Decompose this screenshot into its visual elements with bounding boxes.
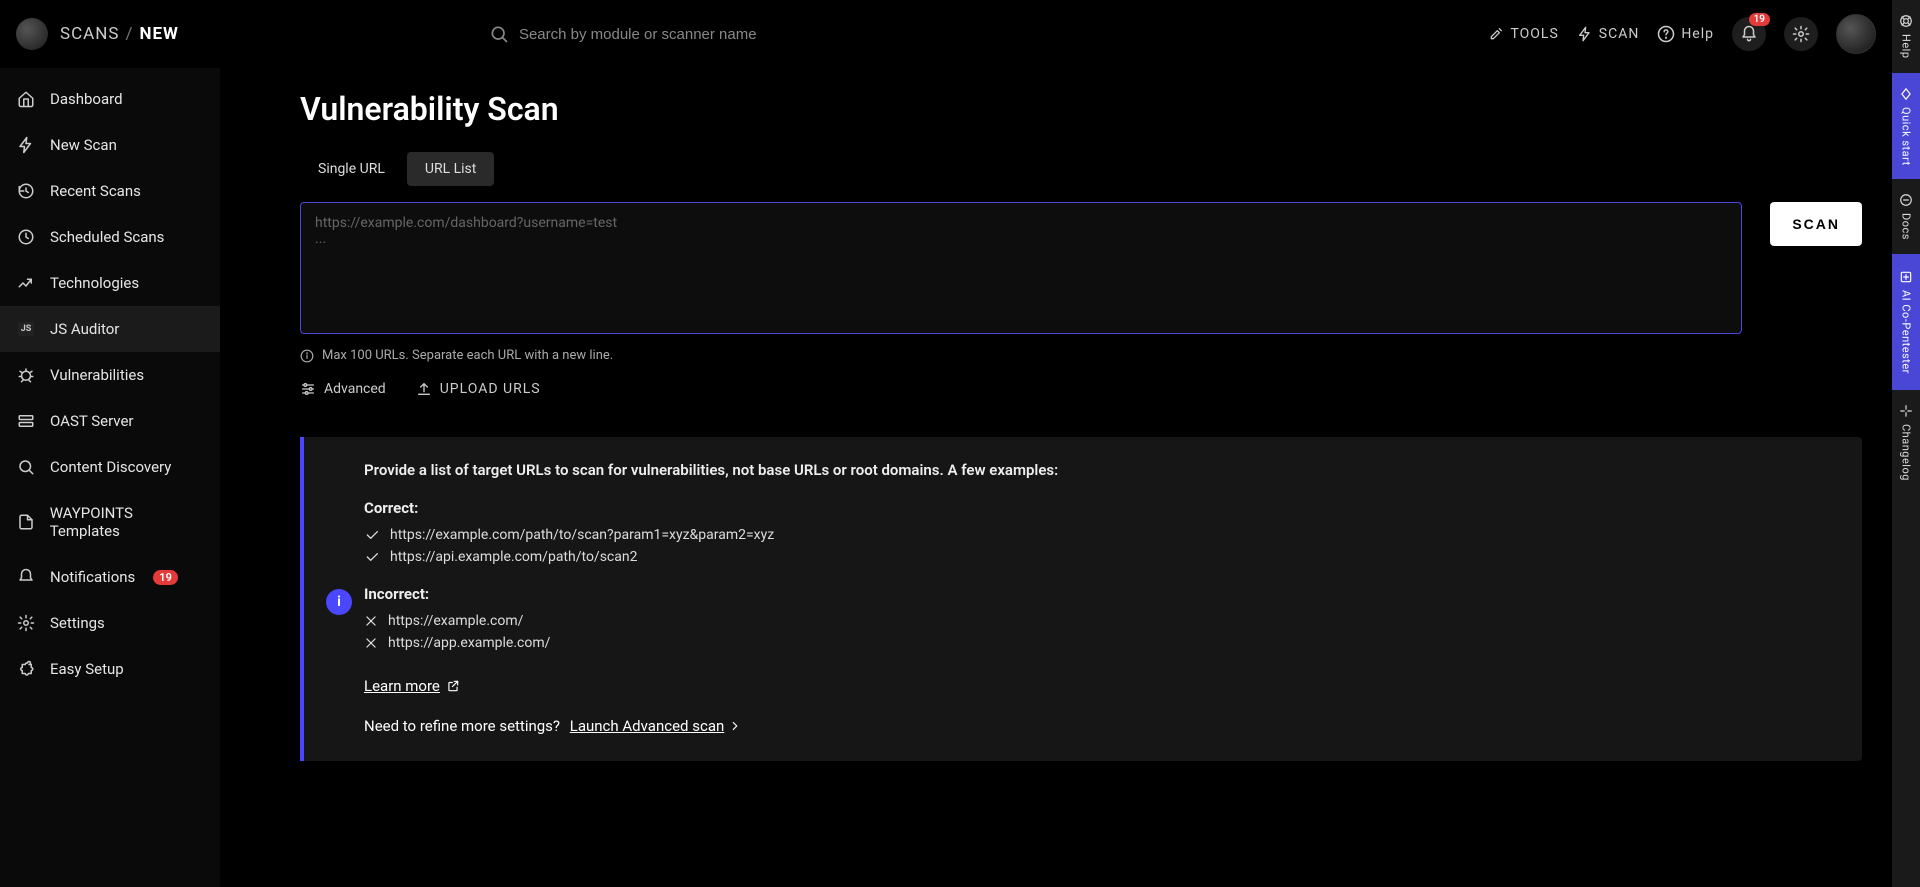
sidebar-item-js-auditor[interactable]: JS JS Auditor	[0, 306, 220, 352]
breadcrumb-part2: NEW	[140, 24, 179, 44]
scan-button[interactable]: SCAN	[1770, 202, 1862, 246]
clock-icon	[16, 228, 36, 246]
learn-more-link[interactable]: Learn more	[364, 677, 460, 695]
puzzle-icon	[16, 660, 36, 678]
url-list-input[interactable]	[300, 202, 1742, 334]
sidebar: Dashboard New Scan Recent Scans Schedule…	[0, 68, 220, 887]
sidebar-item-notifications[interactable]: Notifications 19	[0, 554, 220, 600]
bell-icon	[16, 568, 36, 586]
sparkle-icon	[1899, 404, 1913, 418]
url-mode-tabs: Single URL URL List	[300, 152, 1862, 186]
info-panel: i Provide a list of target URLs to scan …	[300, 437, 1862, 761]
server-icon	[16, 412, 36, 430]
sidebar-item-new-scan[interactable]: New Scan	[0, 122, 220, 168]
page-title: Vulnerability Scan	[300, 90, 1862, 128]
tools-link[interactable]: TOOLS	[1488, 26, 1558, 42]
sidebar-item-oast-server[interactable]: OAST Server	[0, 398, 220, 444]
tools-icon	[1488, 26, 1504, 42]
search-box[interactable]	[489, 24, 919, 44]
tab-url-list[interactable]: URL List	[407, 152, 494, 186]
bug-icon	[16, 366, 36, 384]
sidebar-item-settings[interactable]: Settings	[0, 600, 220, 646]
document-icon	[16, 513, 36, 531]
sidebar-item-easy-setup[interactable]: Easy Setup	[0, 646, 220, 692]
sidebar-item-recent-scans[interactable]: Recent Scans	[0, 168, 220, 214]
external-link-icon	[446, 679, 460, 693]
info-badge-icon: i	[326, 589, 352, 615]
lifebuoy-icon	[1899, 14, 1913, 28]
scan-link[interactable]: SCAN	[1577, 26, 1640, 42]
breadcrumb-part1[interactable]: SCANS	[60, 24, 119, 44]
info-icon	[300, 349, 314, 363]
upload-icon	[416, 381, 432, 397]
search-file-icon	[16, 458, 36, 476]
check-icon	[364, 527, 380, 543]
correct-example-2: https://api.example.com/path/to/scan2	[364, 549, 1834, 565]
upload-urls-button[interactable]: UPLOAD URLS	[416, 381, 541, 397]
bolt-icon	[1577, 26, 1593, 42]
js-icon: JS	[16, 322, 36, 336]
notifications-button[interactable]: 19	[1732, 17, 1766, 51]
rail-changelog[interactable]: Changelog	[1892, 390, 1920, 495]
refine-question: Need to refine more settings?	[364, 717, 560, 735]
incorrect-heading: Incorrect:	[364, 585, 1834, 603]
gear-icon	[1792, 25, 1810, 43]
avatar[interactable]	[1836, 14, 1876, 54]
advanced-link[interactable]: Advanced	[300, 381, 386, 397]
incorrect-example-2: https://app.example.com/	[364, 635, 1834, 651]
gear-icon	[16, 614, 36, 632]
rail-ai-copentester[interactable]: AI Co-Pentester	[1892, 254, 1920, 390]
chevron-right-icon	[728, 719, 742, 733]
settings-button[interactable]	[1784, 17, 1818, 51]
history-icon	[16, 182, 36, 200]
incorrect-example-1: https://example.com/	[364, 613, 1834, 629]
bolt-icon	[16, 136, 36, 154]
x-icon	[364, 636, 378, 650]
app-logo[interactable]	[16, 18, 48, 50]
chart-icon	[16, 274, 36, 292]
launch-advanced-scan-link[interactable]: Launch Advanced scan	[570, 717, 743, 735]
minus-circle-icon	[1899, 193, 1913, 207]
sidebar-item-technologies[interactable]: Technologies	[0, 260, 220, 306]
correct-heading: Correct:	[364, 499, 1834, 517]
notifications-badge: 19	[1749, 13, 1770, 26]
help-circle-icon	[1657, 25, 1675, 43]
help-link[interactable]: Help	[1657, 25, 1714, 43]
x-icon	[364, 614, 378, 628]
right-rail: Help Quick start Docs AI Co-Pentester Ch…	[1892, 0, 1920, 887]
sidebar-item-content-discovery[interactable]: Content Discovery	[0, 444, 220, 490]
rail-docs[interactable]: Docs	[1892, 179, 1920, 254]
home-icon	[16, 90, 36, 108]
info-intro: Provide a list of target URLs to scan fo…	[364, 461, 1834, 479]
tab-single-url[interactable]: Single URL	[300, 152, 403, 186]
notifications-count-badge: 19	[153, 570, 178, 585]
url-limit-hint: Max 100 URLs. Separate each URL with a n…	[322, 348, 613, 363]
plus-square-icon	[1899, 270, 1913, 284]
search-icon	[489, 24, 509, 44]
rail-quick-start[interactable]: Quick start	[1892, 73, 1920, 180]
diamond-icon	[1899, 87, 1913, 101]
check-icon	[364, 549, 380, 565]
bell-icon	[1740, 25, 1758, 43]
breadcrumb: SCANS / NEW	[60, 24, 179, 44]
sidebar-item-waypoints-templates[interactable]: WAYPOINTS Templates	[0, 490, 220, 554]
rail-help[interactable]: Help	[1892, 0, 1920, 73]
search-input[interactable]	[519, 26, 919, 43]
sidebar-item-vulnerabilities[interactable]: Vulnerabilities	[0, 352, 220, 398]
correct-example-1: https://example.com/path/to/scan?param1=…	[364, 527, 1834, 543]
breadcrumb-sep: /	[125, 24, 133, 44]
sidebar-item-dashboard[interactable]: Dashboard	[0, 76, 220, 122]
sliders-icon	[300, 381, 316, 397]
sidebar-item-scheduled-scans[interactable]: Scheduled Scans	[0, 214, 220, 260]
